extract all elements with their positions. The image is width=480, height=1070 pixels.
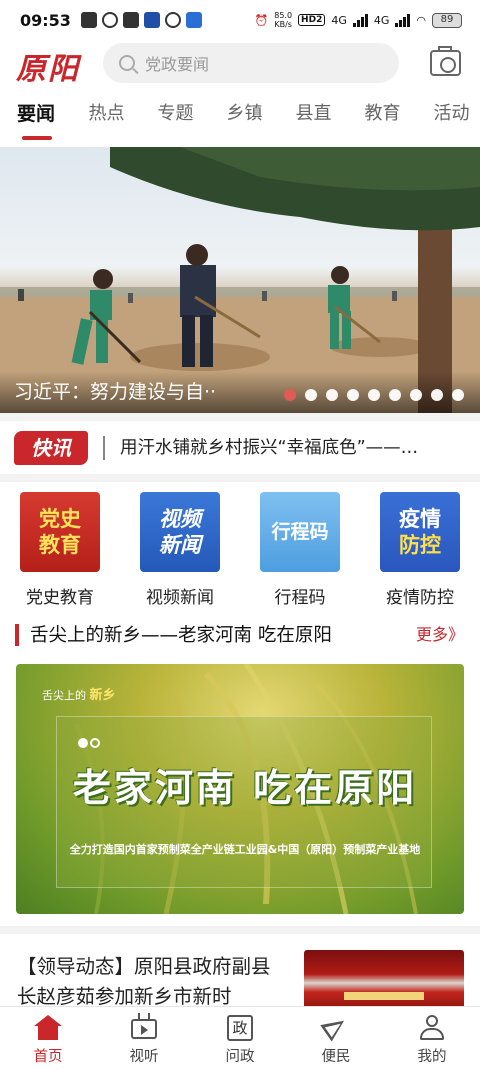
quick-entry-label: 行程码: [274, 588, 326, 608]
travel-code-icon: 行程码: [260, 492, 340, 572]
network-speed: 85.0 KB/s: [274, 11, 293, 29]
send-icon: [320, 1012, 350, 1042]
search-placeholder: 党政要闻: [145, 55, 210, 74]
nav-label: 视听: [129, 1049, 159, 1065]
nav-video[interactable]: 视听: [96, 1007, 192, 1070]
quick-entry-epidemic-control[interactable]: 疫情 防控 疫情防控: [360, 492, 480, 608]
notification-icons: [80, 12, 202, 28]
status-time: 09:53: [20, 10, 71, 30]
quick-entry-grid: 党史 教育 党史教育 视频 新闻 视频新闻 行程码 行程码 疫情 防控 疫情防控: [0, 492, 480, 612]
signal-icon: [352, 13, 368, 27]
network-type-2: 4G: [373, 13, 390, 27]
carousel-dot[interactable]: [410, 389, 422, 401]
camera-icon[interactable]: [430, 46, 461, 76]
promo-dots: [78, 738, 100, 748]
tab-jiaoyu[interactable]: 教育: [348, 94, 417, 140]
search-icon: [119, 55, 135, 71]
app-notification-icon: [122, 12, 139, 28]
promo-banner[interactable]: 舌尖上的 新乡 老家河南 吃在原阳 全力打造国内首家预制菜全产业链工业园&中国（…: [16, 664, 464, 914]
news-list-item[interactable]: 【领导动态】原阳县政府副县长赵彦茹参加新乡市新时: [0, 946, 480, 1008]
tab-yaowen[interactable]: 要闻: [0, 94, 72, 140]
zheng-icon: 政: [226, 1015, 254, 1041]
epidemic-control-icon: 疫情 防控: [380, 492, 460, 572]
promo-subtitle: 全力打造国内首家预制菜全产业链工业园&中国（原阳）预制菜产业基地: [69, 843, 421, 856]
news-thumbnail: [304, 950, 464, 1008]
quick-entry-label: 党史教育: [26, 588, 94, 608]
divider: [0, 413, 480, 421]
nav-label: 首页: [33, 1049, 63, 1065]
user-icon: [418, 1015, 446, 1041]
app-notification-icon: [143, 12, 160, 28]
tiktok-icon: [80, 12, 97, 28]
carousel-dot[interactable]: [305, 389, 317, 401]
nav-profile[interactable]: 我的: [384, 1007, 480, 1070]
section-accent-bar: [15, 624, 19, 646]
nav-services[interactable]: 便民: [288, 1007, 384, 1070]
carousel-dot[interactable]: [368, 389, 380, 401]
carousel-dot[interactable]: [452, 389, 464, 401]
signal-icon: [395, 13, 411, 27]
network-type-1: 4G: [331, 13, 347, 27]
bottom-navigation: 首页 视听 政 问政 便民 我的: [0, 1006, 480, 1070]
nav-home[interactable]: 首页: [0, 1007, 96, 1070]
carousel-dot[interactable]: [347, 389, 359, 401]
promo-headline: 老家河南 吃在原阳: [72, 766, 418, 810]
system-icons: ⏰ 85.0 KB/s HD2 4G 4G ◠ 89: [255, 11, 462, 29]
quick-entry-party-history[interactable]: 党史 教育 党史教育: [0, 492, 120, 608]
carousel-dot[interactable]: [284, 389, 296, 401]
app-notification-icon: [101, 12, 118, 28]
wifi-icon: ◠: [416, 13, 426, 27]
section-header: 舌尖上的新乡——老家河南 吃在原阳 更多》: [0, 620, 480, 654]
app-logo: 原阳: [16, 52, 80, 87]
news-title: 【领导动态】原阳县政府副县长赵彦茹参加新乡市新时: [17, 955, 271, 1008]
divider: [0, 926, 480, 934]
party-history-icon: 党史 教育: [20, 492, 100, 572]
news-carousel[interactable]: 习近平：努力建设与自··: [0, 147, 480, 413]
quick-entry-travel-code[interactable]: 行程码 行程码: [240, 492, 360, 608]
promo-text-box: 老家河南 吃在原阳 全力打造国内首家预制菜全产业链工业园&中国（原阳）预制菜产业…: [56, 716, 432, 888]
nav-label: 便民: [321, 1049, 351, 1065]
divider: [0, 474, 480, 482]
app-header: 原阳 党政要闻: [0, 40, 480, 88]
quick-entry-label: 疫情防控: [386, 588, 454, 608]
channel-tabs: 要闻 热点 专题 乡镇 县直 教育 活动: [0, 94, 480, 140]
tab-zhuanti[interactable]: 专题: [141, 94, 210, 140]
tv-icon: [130, 1013, 158, 1041]
app-notification-icon: [185, 12, 202, 28]
carousel-dot[interactable]: [431, 389, 443, 401]
hd-badge: HD2: [298, 14, 326, 26]
news-flash-badge: 快讯: [14, 431, 88, 465]
tab-huodong[interactable]: 活动: [417, 94, 480, 140]
status-bar: 09:53 ⏰ 85.0 KB/s HD2 4G 4G ◠ 89: [0, 0, 480, 40]
news-flash-bar[interactable]: 快讯 用汗水铺就乡村振兴“幸福底色”——…: [0, 425, 480, 471]
alarm-icon: ⏰: [254, 13, 269, 27]
video-news-icon: 视频 新闻: [140, 492, 220, 572]
home-icon: [34, 1015, 62, 1041]
search-bar[interactable]: 党政要闻: [103, 43, 399, 83]
tab-xianzhi[interactable]: 县直: [279, 94, 348, 140]
divider: [103, 436, 105, 460]
tab-xiangzhen[interactable]: 乡镇: [210, 94, 279, 140]
weibo-icon: [164, 12, 181, 28]
tab-redian[interactable]: 热点: [72, 94, 141, 140]
carousel-dot[interactable]: [326, 389, 338, 401]
news-flash-headline[interactable]: 用汗水铺就乡村振兴“幸福底色”——…: [120, 425, 465, 471]
quick-entry-label: 视频新闻: [146, 588, 214, 608]
more-link[interactable]: 更多》: [416, 620, 464, 650]
promo-top-label: 舌尖上的 新乡: [42, 688, 116, 703]
carousel-indicator: [284, 389, 464, 401]
battery-icon: 89: [432, 12, 462, 28]
nav-inquiry[interactable]: 政 问政: [192, 1007, 288, 1070]
nav-label: 我的: [417, 1049, 447, 1065]
section-title: 舌尖上的新乡——老家河南 吃在原阳: [30, 625, 332, 646]
carousel-dot[interactable]: [389, 389, 401, 401]
quick-entry-video-news[interactable]: 视频 新闻 视频新闻: [120, 492, 240, 608]
nav-label: 问政: [225, 1049, 255, 1065]
